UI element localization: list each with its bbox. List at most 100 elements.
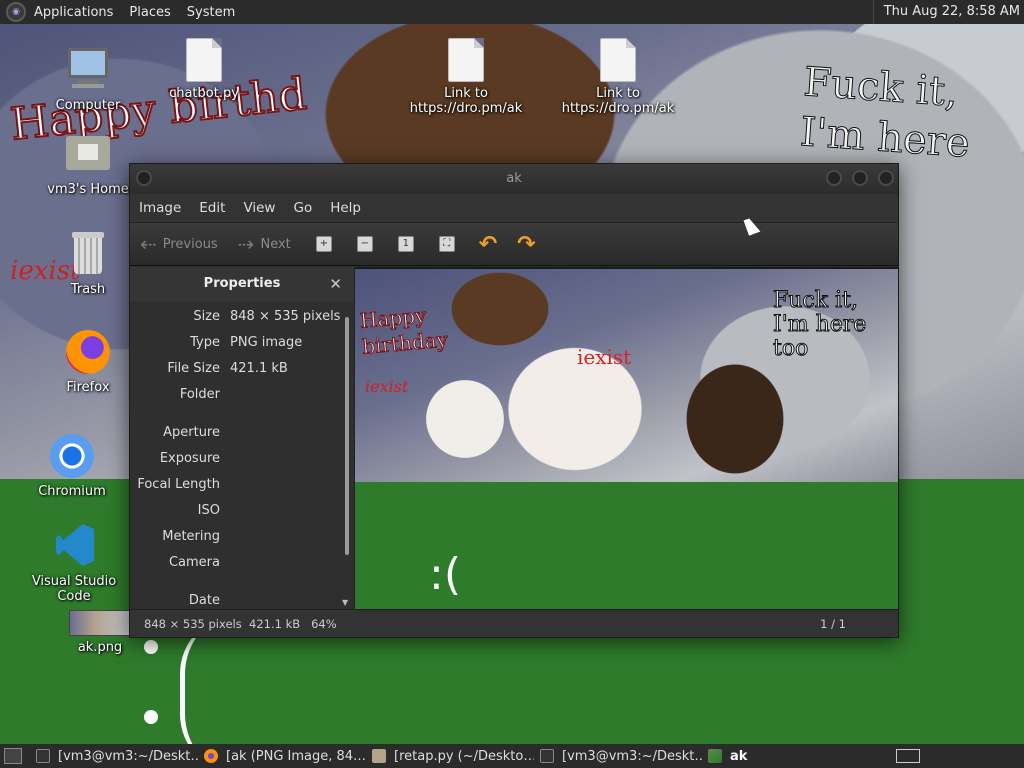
taskbar-item-label: ak (730, 748, 748, 764)
properties-title: Properties (203, 276, 281, 291)
menu-go[interactable]: Go (284, 200, 321, 216)
zoom-normal-icon[interactable]: 1 (397, 236, 414, 252)
maximize-button[interactable] (852, 170, 868, 186)
properties-list: Size 848 × 535 pixels Type PNG image File … (130, 301, 354, 613)
image-viewer-window: ak Image Edit View Go Help ⇠ Previous ⇢ … (129, 163, 899, 638)
trash-icon (64, 230, 112, 278)
desktop-icon-label: Computer (55, 98, 121, 113)
taskbar-item[interactable]: [vm3@vm3:~/Deskt… (534, 745, 702, 767)
image-file-icon (69, 610, 131, 636)
property-key: Date (188, 592, 220, 608)
property-key: ISO (197, 502, 220, 518)
terminal-icon (36, 749, 50, 763)
property-value: PNG image (230, 334, 303, 350)
properties-header: Properties ✕ (130, 267, 354, 301)
desktop-icon-chromium[interactable]: Chromium (12, 432, 132, 499)
image-viewer-icon (708, 749, 722, 763)
window-title: ak (506, 171, 522, 186)
scroll-down-icon[interactable]: ▼ (342, 598, 348, 607)
properties-scrollbar[interactable]: ▼ (342, 307, 352, 607)
taskbar-item-active[interactable]: ak (702, 745, 870, 767)
property-key: File Size (167, 360, 220, 376)
desktop-icon-label: Chromium (38, 484, 106, 499)
previous-button[interactable]: ⇠ Previous (140, 232, 218, 256)
top-panel: ◉ Applications Places System Thu Aug 22,… (0, 0, 1024, 24)
rotate-right-icon[interactable]: ↷ (517, 232, 535, 257)
firefox-icon (204, 749, 218, 763)
taskbar-item-label: [retap.py (~/Deskto… (394, 748, 534, 764)
property-key: Type (190, 334, 220, 350)
taskbar: [vm3@vm3:~/Deskt… [ak (PNG Image, 84… [r… (0, 744, 1024, 768)
property-key: Camera (168, 554, 220, 570)
close-icon[interactable]: ✕ (329, 267, 342, 301)
vscode-icon (50, 522, 98, 570)
property-key: Size (193, 308, 220, 324)
content-area: Properties ✕ Size 848 × 535 pixels Type PN… (130, 267, 898, 609)
minimize-button[interactable] (826, 170, 842, 186)
close-button[interactable] (878, 170, 894, 186)
taskbar-item-label: [vm3@vm3:~/Deskt… (562, 748, 702, 764)
system-menu[interactable]: System (179, 5, 243, 20)
applications-menu[interactable]: Applications (26, 5, 121, 20)
arrow-left-icon: ⇠ (140, 232, 157, 256)
text-file-icon (448, 38, 484, 82)
distro-logo-icon[interactable]: ◉ (6, 2, 26, 22)
property-row: Camera (130, 549, 354, 575)
arrow-right-icon: ⇢ (237, 232, 255, 256)
property-row: Exposure (130, 445, 354, 471)
zoom-fit-icon[interactable]: ⛶ (438, 236, 455, 252)
window-menu-button[interactable] (136, 170, 152, 186)
property-row: Metering (130, 523, 354, 549)
desktop-icon-label: ak.png (77, 640, 123, 655)
zoom-out-icon[interactable]: − (356, 236, 373, 252)
property-row: Focal Length (130, 471, 354, 497)
show-desktop-icon[interactable] (4, 748, 22, 764)
menu-help[interactable]: Help (321, 200, 370, 216)
property-value: 848 × 535 pixels (230, 308, 341, 324)
desktop-icon-vscode[interactable]: Visual Studio Code (14, 522, 134, 604)
image-sad-face: :( (429, 549, 461, 600)
desktop-icon-chatbot[interactable]: chatbot.py (144, 38, 264, 101)
menu-image[interactable]: Image (130, 200, 190, 216)
image-iexist2-text: iexist (365, 377, 409, 396)
next-button[interactable]: ⇢ Next (238, 232, 291, 256)
properties-panel: Properties ✕ Size 848 × 535 pixels Type PN… (130, 267, 355, 609)
editor-icon (372, 749, 386, 763)
rotate-left-icon[interactable]: ↶ (479, 232, 497, 257)
property-key: Focal Length (137, 476, 220, 492)
firefox-icon (64, 328, 112, 376)
status-info: 848 × 535 pixels 421.1 kB 64% (144, 616, 337, 631)
desktop-icon-computer[interactable]: Computer (28, 46, 148, 113)
toolbar: ⇠ Previous ⇢ Next + − 1 ⛶ ↶ ↷ (130, 222, 898, 266)
image-canvas[interactable]: Happy birthday Fuck it, I'm here too iex… (355, 267, 898, 609)
previous-label: Previous (162, 236, 218, 252)
home-folder-icon (64, 130, 112, 178)
chromium-icon (48, 432, 96, 480)
workspace-switcher[interactable] (896, 749, 920, 763)
scrollbar-thumb[interactable] (345, 317, 349, 555)
desktop-icon-label: Link to https://dro.pm/ak (561, 86, 675, 116)
clock[interactable]: Thu Aug 22, 8:58 AM (872, 0, 1020, 24)
taskbar-item[interactable]: [retap.py (~/Deskto… (366, 745, 534, 767)
taskbar-item[interactable]: [vm3@vm3:~/Deskt… (30, 745, 198, 767)
property-key: Exposure (159, 450, 220, 466)
property-row: Size 848 × 535 pixels (130, 303, 354, 329)
desktop-icon-link-2[interactable]: Link to https://dro.pm/ak (558, 38, 678, 116)
property-value: 421.1 kB (230, 360, 288, 376)
property-key: Folder (179, 386, 220, 402)
property-key: Aperture (163, 424, 220, 440)
menu-edit[interactable]: Edit (190, 200, 234, 216)
places-menu[interactable]: Places (121, 5, 178, 20)
taskbar-item[interactable]: [ak (PNG Image, 84… (198, 745, 366, 767)
taskbar-item-label: [ak (PNG Image, 84… (226, 748, 366, 764)
property-row: File Size 421.1 kB (130, 355, 354, 381)
terminal-icon (540, 749, 554, 763)
zoom-in-icon[interactable]: + (315, 236, 332, 252)
property-row: Aperture (130, 419, 354, 445)
statusbar: 848 × 535 pixels 421.1 kB 64% 1 / 1 (130, 609, 898, 637)
next-label: Next (260, 236, 291, 252)
window-titlebar[interactable]: ak (130, 164, 898, 194)
desktop-icon-link-1[interactable]: Link to https://dro.pm/ak (406, 38, 526, 116)
python-file-icon (186, 38, 222, 82)
menu-view[interactable]: View (234, 200, 284, 216)
